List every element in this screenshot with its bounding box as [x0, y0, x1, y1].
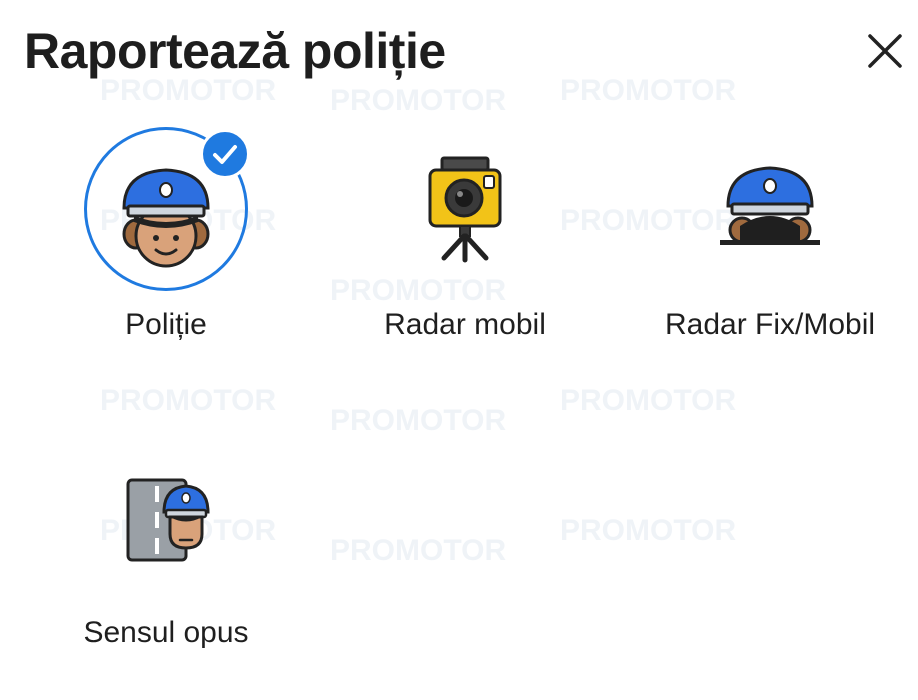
option-label: Radar Fix/Mobil [664, 308, 876, 341]
option-label: Sensul opus [83, 616, 249, 649]
option-politie[interactable]: Poliție [66, 120, 266, 350]
hidden-police-icon [720, 166, 820, 245]
police-officer-icon [122, 168, 210, 268]
option-label: Poliție [125, 308, 207, 341]
option-radar-fix-mobil[interactable]: Radar Fix/Mobil [650, 140, 890, 350]
watermark-text: PROMOTOR [330, 534, 506, 567]
option-sensul-opus[interactable]: Sensul opus [66, 460, 266, 660]
option-radar-mobil[interactable]: Radar mobil [355, 140, 575, 350]
close-icon [868, 34, 902, 68]
watermark-text: PROMOTOR [330, 84, 506, 117]
watermark-text: PROMOTOR [100, 384, 276, 417]
police-opposite-lane-icon [126, 478, 210, 562]
option-label: Radar mobil [384, 308, 546, 341]
watermark-text: PROMOTOR [560, 384, 736, 417]
radar-camera-icon [428, 156, 502, 263]
close-button[interactable] [862, 28, 908, 74]
watermark-text: PROMOTOR [560, 74, 736, 107]
page-title: Raportează poliție [24, 23, 446, 79]
watermark-text: PROMOTOR [560, 514, 736, 547]
watermark-text: PROMOTOR [330, 404, 506, 437]
